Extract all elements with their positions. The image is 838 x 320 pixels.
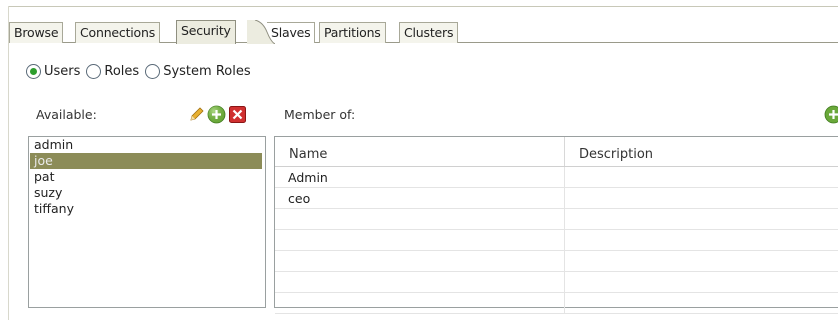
cell-description (565, 272, 838, 292)
table-row[interactable] (275, 230, 838, 251)
column-header-name[interactable]: Name (275, 137, 565, 166)
radio-roles-indicator[interactable] (86, 64, 102, 79)
list-item-tiffany[interactable]: tiffany (29, 201, 265, 217)
cell-name (275, 272, 565, 292)
tab-partitions[interactable]: Partitions (319, 22, 386, 43)
radio-users-label: Users (44, 64, 81, 79)
cell-name (275, 230, 565, 250)
radio-users-indicator[interactable] (26, 64, 41, 79)
cell-name (275, 293, 565, 313)
cell-description (565, 293, 838, 313)
window-left-border (8, 6, 9, 320)
pencil-icon[interactable] (188, 106, 205, 123)
table-header: Name Description (275, 137, 838, 167)
tab-bar: Browse Connections Security Slaves Parti… (9, 20, 838, 44)
radio-system-roles[interactable]: System Roles (145, 64, 251, 79)
available-label: Available: (36, 107, 97, 122)
tab-browse[interactable]: Browse (9, 22, 64, 43)
tab-curve-decoration (247, 20, 275, 44)
cell-name (275, 251, 565, 271)
cell-description (565, 230, 838, 250)
cell-description (565, 209, 838, 229)
table-row[interactable] (275, 272, 838, 293)
radio-selected-dot (30, 68, 37, 75)
radio-users[interactable]: Users (26, 64, 80, 79)
list-item-suzy[interactable]: suzy (29, 185, 265, 201)
radio-roles[interactable]: Roles (86, 64, 139, 79)
cell-name (275, 209, 565, 229)
view-mode-radio-group: Users Roles System Roles (26, 64, 257, 79)
cell-name: Admin (275, 167, 565, 187)
cell-description (565, 167, 838, 187)
window-top-border (8, 6, 838, 7)
list-item-admin[interactable]: admin (29, 137, 265, 153)
column-header-description[interactable]: Description (565, 137, 838, 166)
delete-user-icon[interactable] (229, 106, 246, 123)
add-membership-icon[interactable] (824, 105, 838, 124)
table-row[interactable]: ceo (275, 188, 838, 209)
tab-connections[interactable]: Connections (75, 22, 161, 43)
radio-system-roles-indicator[interactable] (145, 64, 161, 79)
add-user-icon[interactable] (207, 105, 226, 124)
available-users-list[interactable]: admin joe pat suzy tiffany (28, 136, 266, 308)
member-of-table: Name Description Admin ceo (274, 136, 838, 314)
table-row[interactable] (275, 293, 838, 314)
table-row[interactable] (275, 251, 838, 272)
cell-description (565, 251, 838, 271)
table-row[interactable] (275, 209, 838, 230)
table-row[interactable]: Admin (275, 167, 838, 188)
cell-name: ceo (275, 188, 565, 208)
member-of-label: Member of: (284, 107, 356, 122)
tab-clusters[interactable]: Clusters (399, 22, 459, 43)
radio-roles-label: Roles (104, 64, 140, 79)
tab-security[interactable]: Security (176, 20, 236, 44)
cell-description (565, 188, 838, 208)
radio-system-roles-label: System Roles (163, 64, 251, 79)
list-item-pat[interactable]: pat (29, 169, 265, 185)
list-item-joe[interactable]: joe (30, 153, 262, 169)
